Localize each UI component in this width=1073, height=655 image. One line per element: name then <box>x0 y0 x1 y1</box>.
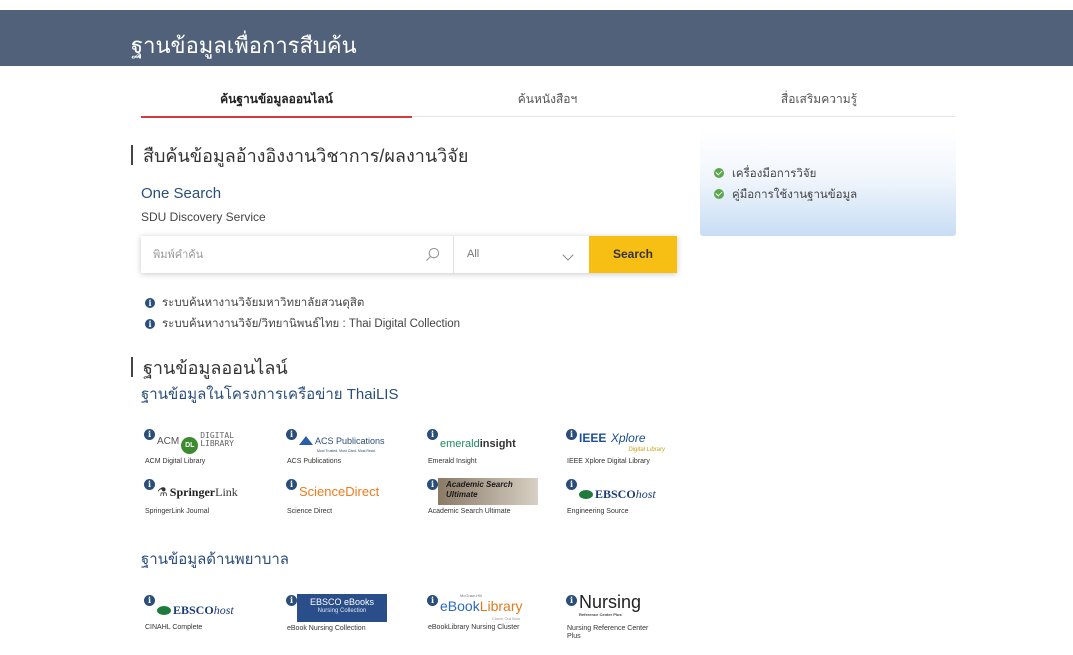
info-icon[interactable]: i <box>286 479 297 490</box>
springerlink-logo: ⚗ SpringerLink <box>157 485 238 499</box>
database-manual-link[interactable]: คู่มือการใช้งานฐานข้อมูล <box>714 186 857 204</box>
database-manual-link-text: คู่มือการใช้งานฐานข้อมูล <box>732 189 858 201</box>
ieee-logo: IEEE Xplore Digital Library <box>579 431 665 453</box>
search-filter-value: All <box>467 248 480 260</box>
check-circle-icon <box>714 189 724 199</box>
db-caption: eBook Nursing Collection <box>287 625 366 632</box>
info-icon[interactable]: i <box>286 429 297 440</box>
academic-search-logo: Academic Search Ultimate <box>438 478 538 505</box>
search-button[interactable]: Search <box>589 236 677 273</box>
info-icon: i <box>145 319 155 329</box>
online-db-heading: ฐานข้อมูลออนไลน์ <box>131 353 288 382</box>
info-icon[interactable]: i <box>144 479 155 490</box>
db-caption: Nursing Reference Center Plus <box>567 625 649 640</box>
page-title: ฐานข้อมูลเพื่อการสืบค้น <box>131 33 357 58</box>
sdu-research-link[interactable]: i ระบบค้นหางานวิจัยมหาวิทยาลัยสวนดุสิต <box>145 294 364 312</box>
db-caption: Emerald Insight <box>428 458 477 465</box>
nursing-db-heading: ฐานข้อมูลด้านพยาบาล <box>141 551 289 568</box>
db-caption: ACS Publications <box>287 458 342 465</box>
research-tools-link-text: เครื่องมือการวิจัย <box>732 168 817 180</box>
research-heading-text: สืบค้นข้อมูลอ้างอิงงานวิชาการ/ผลงานวิจัย <box>143 146 469 166</box>
db-caption: eBookLibrary Nursing Cluster <box>428 624 520 631</box>
search-icon[interactable] <box>425 247 440 262</box>
heading-bar <box>131 357 133 377</box>
thailis-heading: ฐานข้อมูลในโครงการเครือข่าย ThaiLIS <box>141 386 399 403</box>
research-tools-link[interactable]: เครื่องมือการวิจัย <box>714 165 816 183</box>
info-icon[interactable]: i <box>566 595 577 606</box>
header-bar: ฐานข้อมูลเพื่อการสืบค้น <box>0 0 1073 66</box>
db-caption: Engineering Source <box>567 508 629 515</box>
research-heading: สืบค้นข้อมูลอ้างอิงงานวิชาการ/ผลงานวิจัย <box>131 141 468 170</box>
ebsco-logo: EBSCOhost <box>157 601 234 626</box>
info-icon[interactable]: i <box>427 479 438 490</box>
db-caption: IEEE Xplore Digital Library <box>567 458 650 465</box>
search-input[interactable] <box>141 236 453 273</box>
discovery-service-label: SDU Discovery Service <box>141 210 266 224</box>
db-card-acm[interactable]: i ACM DL DIGITAL LIBRARY ACM Digital Librar… <box>141 428 255 472</box>
db-caption: SpringerLink Journal <box>145 508 210 515</box>
db-card-ebooklibrary[interactable]: i McGraw-Hill eBookLibrary Check Out Now… <box>424 593 538 638</box>
ebooklibrary-logo: McGraw-Hill eBookLibrary Check Out Now <box>440 593 523 621</box>
tab-search-books[interactable]: ค้นหนังสือฯ <box>412 84 683 117</box>
db-card-academic-search[interactable]: i Academic Search Ultimate Academic Sear… <box>424 478 538 522</box>
db-caption: CINAHL Complete <box>145 624 203 631</box>
nursing-reference-logo: Nursing Reference Center Plus <box>579 592 642 617</box>
db-caption: Academic Search Ultimate <box>428 508 511 515</box>
info-icon[interactable]: i <box>427 595 438 606</box>
db-card-emerald[interactable]: i emeraldinsight Emerald Insight <box>424 428 538 472</box>
tab-bar: ค้นฐานข้อมูลออนไลน์ ค้นหนังสือฯ สื่อเสริ… <box>141 84 955 118</box>
db-card-acs[interactable]: i ACS Publications Most Trusted. Most Ci… <box>283 428 397 472</box>
thai-digital-collection-link-text: ระบบค้นหางานวิจัย/วิทยานิพนธ์ไทย : Thai … <box>162 318 461 330</box>
info-icon[interactable]: i <box>427 429 438 440</box>
db-card-ebook-nursing[interactable]: i EBSCO eBooks Nursing Collection eBook … <box>283 594 397 638</box>
online-db-heading-text: ฐานข้อมูลออนไลน์ <box>143 358 288 378</box>
acm-logo: ACM DL DIGITAL LIBRARY <box>157 432 234 457</box>
db-caption: ACM Digital Library <box>145 458 206 465</box>
db-card-cinahl[interactable]: i EBSCOhost CINAHL Complete <box>141 594 255 638</box>
emerald-logo: emeraldinsight <box>440 438 516 450</box>
heading-bar <box>131 145 133 165</box>
sdu-research-link-text: ระบบค้นหางานวิจัยมหาวิทยาลัยสวนดุสิต <box>162 297 365 309</box>
one-search-title[interactable]: One Search <box>141 185 221 202</box>
db-card-ieee[interactable]: i IEEE Xplore Digital Library IEEE Xplor… <box>563 428 677 472</box>
page: ฐานข้อมูลเพื่อการสืบค้น ค้นฐานข้อมูลออนไ… <box>0 0 1073 655</box>
db-card-nursing-reference[interactable]: i Nursing Reference Center Plus Nursing … <box>563 592 677 644</box>
db-caption: Science Direct <box>287 508 333 515</box>
ebsco-ebooks-logo: EBSCO eBooks Nursing Collection <box>297 594 387 622</box>
info-icon[interactable]: i <box>566 479 577 490</box>
info-icon[interactable]: i <box>144 429 155 440</box>
thai-digital-collection-link[interactable]: i ระบบค้นหางานวิจัย/วิทยานิพนธ์ไทย : Thai… <box>145 315 460 333</box>
info-icon[interactable]: i <box>144 595 155 606</box>
search-box: All Search <box>141 236 677 273</box>
search-filter-select[interactable]: All <box>454 236 588 273</box>
acs-logo: ACS Publications Most Trusted. Most Cite… <box>299 431 385 456</box>
info-icon[interactable]: i <box>286 595 297 606</box>
info-icon[interactable]: i <box>566 429 577 440</box>
db-card-springerlink[interactable]: i ⚗ SpringerLink SpringerLink Journal <box>141 478 255 522</box>
side-panel: เครื่องมือการวิจัย คู่มือการใช้งานฐานข้อ… <box>700 130 956 236</box>
db-card-sciencedirect[interactable]: i ScienceDirect Science Direct <box>283 478 397 522</box>
info-icon: i <box>145 298 155 308</box>
sciencedirect-logo: ScienceDirect <box>299 484 380 499</box>
tab-online-database[interactable]: ค้นฐานข้อมูลออนไลน์ <box>141 84 412 118</box>
ebsco-logo: EBSCOhost <box>579 485 656 510</box>
check-circle-icon <box>714 168 724 178</box>
chevron-down-icon <box>562 249 574 261</box>
db-card-ebsco-engineering[interactable]: i EBSCOhost Engineering Source <box>563 478 677 522</box>
tab-learning-media[interactable]: สื่อเสริมความรู้ <box>683 84 955 117</box>
